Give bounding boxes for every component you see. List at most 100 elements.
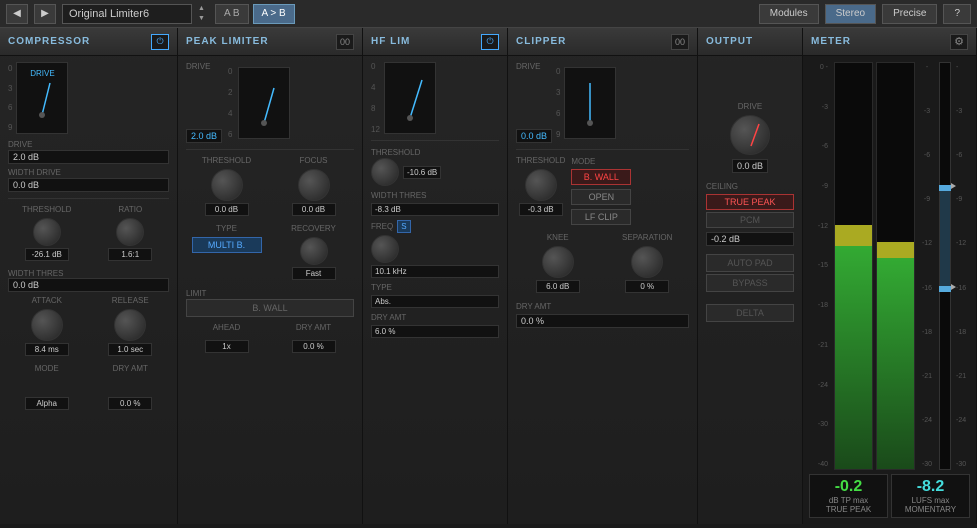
- help-button[interactable]: ?: [943, 4, 971, 24]
- compressor-attack-knob[interactable]: [31, 309, 63, 341]
- clipper-threshold-mode: THRESHOLD -0.3 dB MODE B. WALL OPEN LF C…: [516, 156, 689, 227]
- meter-momentary-label: MOMENTARY: [895, 505, 966, 514]
- clipper-body: DRIVE 0.0 dB 0 3 6 9: [508, 56, 697, 524]
- hf-freq-s-button[interactable]: S: [397, 220, 410, 233]
- output-header: OUTPUT: [698, 28, 802, 56]
- compressor-drive-values: DRIVE 2.0 dB WIDTH DRIVE 0.0 dB: [8, 140, 169, 192]
- hf-freq: FREQ S 10.1 kHz: [371, 220, 499, 278]
- meter-right-scale: - -3 -6 -9 -12 -16 -18 -21 -24 -30: [954, 62, 970, 470]
- meter-slider-handle-bottom[interactable]: [939, 286, 951, 292]
- meter-left-scale: 0 - -3 -6 -9 -12 -15 -18 -21 -24 -30 -40: [809, 62, 831, 470]
- peak-limiter-body: DRIVE 2.0 dB 0 2 4 6: [178, 56, 362, 524]
- pl-recovery-cell: RECOVERY Fast: [273, 224, 354, 282]
- hf-drive-section: 0 4 8 12: [371, 62, 499, 134]
- pl-drive-label-col: DRIVE 2.0 dB: [186, 62, 222, 143]
- compressor-drive-scale: 0 3 6 9: [8, 62, 12, 134]
- hf-threshold-knob[interactable]: [371, 158, 399, 186]
- clipper-title: CLIPPER: [516, 36, 566, 47]
- nav-back-button[interactable]: ◀: [6, 4, 28, 24]
- hf-lim-power-button[interactable]: ⏻: [481, 34, 499, 50]
- pl-type-recovery: TYPE MULTI B. RECOVERY Fast: [186, 224, 354, 282]
- output-title: OUTPUT: [706, 36, 753, 47]
- output-delta-button[interactable]: DELTA: [706, 304, 794, 322]
- ab-group: A B A > B: [215, 4, 295, 24]
- output-true-peak-button[interactable]: TRUE PEAK: [706, 194, 794, 210]
- compressor-body: 0 3 6 9 DRIVE DRIVE 2.0 dB: [0, 56, 177, 524]
- preset-name-input[interactable]: [62, 4, 192, 24]
- stereo-button[interactable]: Stereo: [825, 4, 876, 24]
- pl-threshold-knob[interactable]: [211, 169, 243, 201]
- meter-true-peak-label: TRUE PEAK: [813, 505, 884, 514]
- preset-arrows: ▲ ▼: [198, 4, 205, 23]
- compressor-threshold-cell: THRESHOLD -26.1 dB: [8, 205, 86, 263]
- compressor-drive-display: DRIVE: [16, 62, 68, 134]
- compressor-drive-needle: [20, 71, 64, 126]
- meter-module: METER ⚙ 0 - -3 -6 -9 -12 -15 -18 -21 -24…: [803, 28, 977, 524]
- clipper-drive-scale: 0 3 6 9: [556, 67, 560, 139]
- clipper-mode-bwall-button[interactable]: B. WALL: [571, 169, 631, 185]
- peak-limiter-power-button[interactable]: 00: [336, 34, 354, 50]
- clipper-threshold-knob[interactable]: [525, 169, 557, 201]
- pl-recovery-knob[interactable]: [300, 237, 328, 265]
- clipper-knee-sep: KNEE 6.0 dB SEPARATION 0 %: [516, 233, 689, 295]
- clipper-mode-open-button[interactable]: OPEN: [571, 189, 631, 205]
- meter-true-peak-value: -0.2: [813, 478, 884, 496]
- hf-lim-header: HF LIM ⏻: [363, 28, 507, 56]
- meter-slider-track[interactable]: [939, 62, 951, 470]
- meter-fill-right-green: [877, 258, 914, 469]
- pl-type-cell: TYPE MULTI B.: [186, 224, 267, 282]
- output-bypass-button[interactable]: BYPASS: [706, 274, 794, 292]
- meter-readout-true-peak: -0.2 dB TP max TRUE PEAK: [809, 474, 888, 518]
- clipper-separation-cell: SEPARATION 0 %: [606, 233, 690, 295]
- compressor-ratio-knob[interactable]: [116, 218, 144, 246]
- ab-button-1[interactable]: A B: [215, 4, 249, 24]
- hf-threshold: THRESHOLD -10.6 dB: [371, 147, 499, 186]
- ab-button-2[interactable]: A > B: [253, 4, 295, 24]
- clipper-mode-lfclip-button[interactable]: LF CLIP: [571, 209, 631, 225]
- compressor-mode-cell: MODE Alpha: [8, 364, 86, 412]
- main-area: COMPRESSOR ⏻ 0 3 6 9 DRIVE: [0, 28, 977, 524]
- output-pcm-button[interactable]: PCM: [706, 212, 794, 228]
- output-drive-knob[interactable]: [730, 115, 770, 155]
- pl-threshold-focus: THRESHOLD 0.0 dB FOCUS 0.0 dB: [186, 156, 354, 218]
- hf-drive-display: [384, 62, 436, 134]
- meter-fill-right-yellow: [877, 242, 914, 258]
- meter-momentary-value: -8.2: [895, 478, 966, 496]
- pl-limit-section: LIMIT B. WALL: [186, 288, 354, 319]
- clipper-drive-label-col: DRIVE 0.0 dB: [516, 62, 552, 143]
- meter-scale-area: 0 - -3 -6 -9 -12 -15 -18 -21 -24 -30 -40: [809, 62, 970, 470]
- output-autopad-button[interactable]: AUTO PAD: [706, 254, 794, 272]
- compressor-release-knob[interactable]: [114, 309, 146, 341]
- compressor-attack-cell: ATTACK 8.4 ms: [8, 296, 86, 358]
- nav-forward-button[interactable]: ▶: [34, 4, 56, 24]
- pl-limit-button[interactable]: B. WALL: [186, 299, 354, 317]
- compressor-attack-release: ATTACK 8.4 ms RELEASE 1.0 sec: [8, 296, 169, 358]
- modules-button[interactable]: Modules: [759, 4, 819, 24]
- output-ceiling-section: CEILING TRUE PEAK PCM -0.2 dB: [706, 181, 794, 246]
- pl-type-button[interactable]: MULTI B.: [192, 237, 262, 253]
- hf-dry-amt: DRY AMT 6.0 %: [371, 312, 499, 338]
- meter-header: METER ⚙: [803, 28, 976, 56]
- top-bar: ◀ ▶ ▲ ▼ A B A > B Modules Stereo Precise…: [0, 0, 977, 28]
- pl-threshold-cell: THRESHOLD 0.0 dB: [186, 156, 267, 218]
- hf-freq-knob[interactable]: [371, 235, 399, 263]
- pl-ahead-cell: AHEAD 1x: [186, 323, 267, 355]
- compressor-power-button[interactable]: ⏻: [151, 34, 169, 50]
- meter-momentary-unit: LUFS max: [895, 496, 966, 505]
- hf-type: TYPE Abs.: [371, 282, 499, 308]
- meter-mid-scale: - -3 -6 -9 -12 -16 -18 -21 -24 -30: [918, 62, 936, 470]
- meter-readouts: -0.2 dB TP max TRUE PEAK -8.2 LUFS max M…: [809, 474, 970, 518]
- pl-focus-knob[interactable]: [298, 169, 330, 201]
- clipper-power-button[interactable]: 00: [671, 34, 689, 50]
- clipper-knee-knob[interactable]: [542, 246, 574, 278]
- compressor-threshold-ratio: THRESHOLD -26.1 dB RATIO 1.6:1: [8, 205, 169, 263]
- output-module: OUTPUT DRIVE 0.0 dB CEILING TRUE PEAK PC…: [698, 28, 803, 524]
- clipper-separation-knob[interactable]: [631, 246, 663, 278]
- preset-down-arrow[interactable]: ▼: [198, 14, 205, 23]
- meter-gear-button[interactable]: ⚙: [950, 34, 968, 50]
- precise-button[interactable]: Precise: [882, 4, 937, 24]
- compressor-threshold-knob[interactable]: [33, 218, 61, 246]
- compressor-ratio-cell: RATIO 1.6:1: [92, 205, 170, 263]
- preset-up-arrow[interactable]: ▲: [198, 4, 205, 13]
- hf-drive-scale: 0 4 8 12: [371, 62, 380, 134]
